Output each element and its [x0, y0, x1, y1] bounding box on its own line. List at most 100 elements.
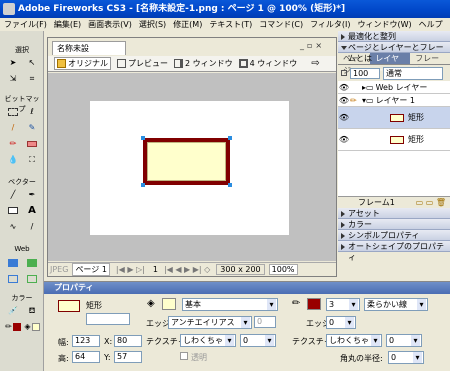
eyedropper-icon: 💉: [8, 306, 18, 315]
y-input[interactable]: 57: [114, 351, 142, 363]
stroke-color-button[interactable]: [307, 298, 321, 310]
pen-tool[interactable]: ✒: [23, 187, 41, 202]
panel-pages-layers[interactable]: ページとレイヤーとフレームとは: [338, 42, 450, 63]
transparent-checkbox[interactable]: [180, 352, 188, 360]
subselect-icon: ↖: [28, 58, 36, 67]
close-icon[interactable]: ×: [315, 41, 325, 50]
stroke-edge-select[interactable]: 0: [326, 316, 356, 329]
fill-color-swatch[interactable]: ◈: [23, 319, 41, 334]
crop-tool[interactable]: ⌗: [23, 71, 41, 86]
panel-autoshape-properties[interactable]: オートシェイプのプロパティ: [338, 241, 450, 262]
stroke-type-select[interactable]: 柔らかい線: [364, 298, 428, 311]
pointer-tool[interactable]: ➤: [4, 55, 22, 70]
zoom-select[interactable]: 100%: [268, 264, 298, 275]
panel-align[interactable]: 最適化と整列: [338, 31, 450, 42]
menu-modify[interactable]: 修正(M): [173, 20, 202, 29]
menu-view[interactable]: 画面表示(V): [88, 20, 132, 29]
minimize-icon[interactable]: _: [300, 41, 307, 50]
subselect-tool[interactable]: ↖: [23, 55, 41, 70]
menu-select[interactable]: 選択(S): [139, 20, 166, 29]
selection-handle[interactable]: [141, 136, 145, 140]
height-input[interactable]: 64: [72, 351, 100, 363]
frame-controls[interactable]: |◀ ◀ ▶ ▶| ◇: [164, 265, 210, 274]
panel-symbol-properties[interactable]: シンボルプロパティ: [338, 230, 450, 241]
x-input[interactable]: 80: [114, 335, 142, 347]
eye-icon[interactable]: 👁: [338, 133, 350, 146]
blur-tool[interactable]: 💧: [4, 152, 22, 167]
brush-tool[interactable]: ✎: [23, 120, 41, 135]
layer-row[interactable]: 👁 矩形: [338, 129, 450, 151]
freeform-tool[interactable]: ∿: [4, 219, 22, 234]
stroke-color-swatch[interactable]: ✏: [4, 319, 22, 334]
format-label: JPEG: [50, 265, 69, 274]
layer-row[interactable]: 👁 矩形: [338, 107, 450, 129]
object-type: 矩形: [86, 301, 102, 310]
stroke-texture-amount[interactable]: 0: [386, 334, 422, 347]
tab-frames[interactable]: フレーム: [410, 53, 450, 75]
panel-colors[interactable]: カラー: [338, 219, 450, 230]
document-tab[interactable]: 名称未設定-1.png*: [52, 41, 126, 67]
slice-tool[interactable]: [23, 255, 41, 270]
show-slices-tool[interactable]: [23, 271, 41, 286]
panel-assets[interactable]: アセット: [338, 208, 450, 219]
opacity-select[interactable]: 100: [350, 67, 380, 79]
tab-original[interactable]: オリジナル: [54, 57, 111, 70]
hotspot-tool[interactable]: [4, 255, 22, 270]
marquee-tool[interactable]: [4, 104, 22, 119]
texture-select[interactable]: しわくちゃ: [180, 334, 236, 347]
tab-layers[interactable]: レイヤー: [370, 53, 411, 75]
eraser-tool[interactable]: [23, 136, 41, 151]
fill-type-select[interactable]: 基本: [182, 298, 278, 311]
document-controls[interactable]: _▫×: [300, 41, 325, 50]
page-select[interactable]: ページ 1: [72, 263, 110, 276]
menu-text[interactable]: テキスト(T): [209, 20, 252, 29]
export-button[interactable]: ⇨: [311, 58, 319, 69]
stamp-tool[interactable]: ⛶: [23, 152, 41, 167]
eye-icon[interactable]: 👁: [338, 81, 350, 94]
rectangle-object[interactable]: [143, 138, 230, 185]
text-tool[interactable]: A: [23, 203, 41, 218]
radius-label: 角丸の半径:: [340, 354, 383, 363]
lasso-tool[interactable]: ℓ: [23, 104, 41, 119]
menu-file[interactable]: ファイル(F): [4, 20, 47, 29]
texture-amount[interactable]: 0: [240, 334, 276, 347]
selection-handle[interactable]: [228, 136, 232, 140]
fill-color-button[interactable]: [162, 298, 176, 310]
radius-select[interactable]: 0: [388, 351, 424, 364]
tab-preview[interactable]: プレビュー: [117, 58, 168, 69]
edge-amount[interactable]: 0: [254, 316, 276, 328]
eyedropper-tool[interactable]: 💉: [4, 303, 22, 318]
menu-commands[interactable]: コマンド(C): [259, 20, 303, 29]
stroke-size-select[interactable]: 3: [326, 298, 360, 311]
pencil-tool[interactable]: ✏: [4, 136, 22, 151]
line-tool[interactable]: ╱: [4, 187, 22, 202]
playback-controls[interactable]: |◀ ▶ ▷|: [116, 265, 145, 274]
eye-icon[interactable]: 👁: [338, 111, 350, 124]
blend-mode-select[interactable]: 通常: [383, 66, 443, 80]
paint-bucket-tool[interactable]: ⛾: [23, 303, 41, 318]
properties-panel: プロパティ 矩形 幅: 123 X: 80 高: 64 Y: 57 ◈ 基本 エ…: [44, 281, 450, 371]
hide-slices-tool[interactable]: [4, 271, 22, 286]
properties-header[interactable]: プロパティ: [44, 282, 450, 294]
stroke-texture-select[interactable]: しわくちゃ: [326, 334, 382, 347]
scale-tool[interactable]: ⇲: [4, 71, 22, 86]
layer-buttons[interactable]: ▭ ▭ 🗑: [416, 197, 446, 208]
object-name-field[interactable]: [86, 313, 130, 325]
menu-window[interactable]: ウィンドウ(W): [358, 20, 412, 29]
tab-2up[interactable]: 2 ウィンドウ: [174, 58, 233, 69]
magic-wand-tool[interactable]: /: [4, 120, 22, 135]
layer-name: レイヤー 1: [375, 95, 415, 105]
layer-row[interactable]: 👁 ▸▭ Web レイヤー: [338, 81, 450, 94]
tab-4up[interactable]: 4 ウィンドウ: [238, 58, 297, 69]
selection-handle[interactable]: [228, 183, 232, 187]
rectangle-tool[interactable]: [4, 203, 22, 218]
eye-icon[interactable]: 👁: [338, 94, 350, 107]
width-input[interactable]: 123: [72, 335, 100, 347]
knife-tool[interactable]: /: [23, 219, 41, 234]
selection-handle[interactable]: [141, 183, 145, 187]
tools-select-label: 選択: [15, 46, 29, 54]
layer-row[interactable]: 👁 ✏ ▾▭ レイヤー 1: [338, 94, 450, 107]
edge-select[interactable]: アンチエイリアス: [168, 316, 252, 329]
menu-filters[interactable]: フィルタ(I): [310, 20, 350, 29]
menu-edit[interactable]: 編集(E): [54, 20, 81, 29]
